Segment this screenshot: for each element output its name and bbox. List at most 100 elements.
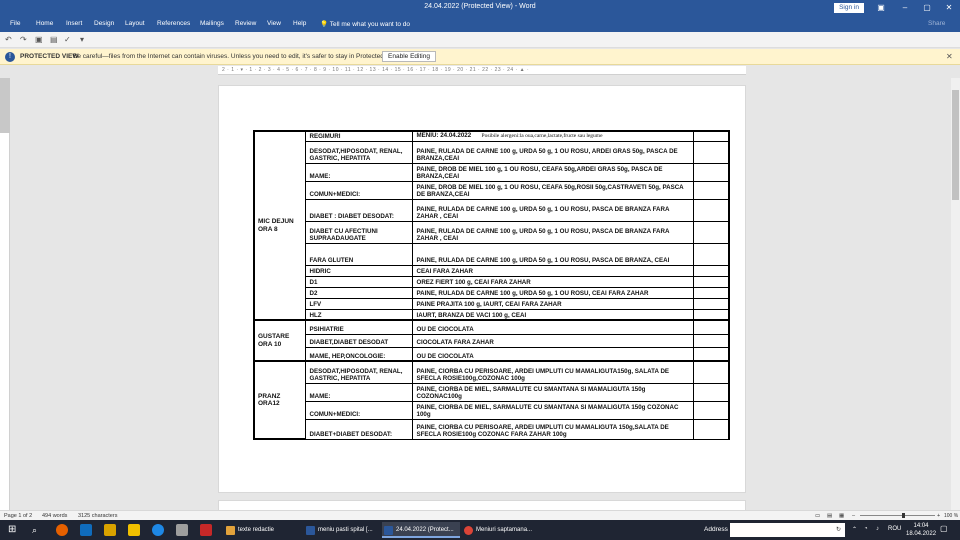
tab-home[interactable]: Home — [36, 20, 53, 27]
scrollbar-thumb[interactable] — [952, 90, 959, 200]
meal-cell: GUSTARE ORA 10 — [253, 319, 306, 362]
status-bar: Page 1 of 2 494 words 3125 characters ▭ … — [0, 510, 960, 520]
menu-cell: CEAI FARA ZAHAR — [411, 264, 694, 277]
empty-cell — [692, 360, 730, 384]
empty-cell — [692, 162, 730, 182]
tab-review[interactable]: Review — [235, 20, 256, 27]
share-button[interactable]: Share — [928, 20, 945, 27]
tab-mailings[interactable]: Mailings — [200, 20, 224, 27]
zoom-level[interactable]: 100 % — [944, 513, 958, 519]
protected-view-bar: ! PROTECTED VIEW Be careful—files from t… — [0, 49, 960, 65]
language-indicator[interactable]: ROU — [888, 526, 901, 532]
search-icon[interactable]: ⌕ — [32, 524, 44, 536]
character-count: 3125 characters — [78, 513, 118, 519]
empty-cell — [692, 418, 730, 440]
close-bar-icon[interactable]: ✕ — [946, 52, 953, 61]
vlc-icon[interactable] — [104, 524, 116, 536]
meal-cell: PRANZ ORA12 — [253, 360, 306, 440]
title-bar: 24.04.2022 (Protected View) - Word Sign … — [0, 0, 960, 16]
settings-icon[interactable] — [176, 524, 188, 536]
tab-insert[interactable]: Insert — [66, 20, 82, 27]
empty-cell — [692, 333, 730, 348]
empty-cell — [692, 275, 730, 288]
tab-design[interactable]: Design — [94, 20, 114, 27]
undo-icon[interactable]: ↶ — [5, 35, 12, 44]
menu-cell: PAINE, RULADA DE CARNE 100 g, URDA 50 g,… — [411, 242, 694, 266]
empty-cell — [692, 242, 730, 266]
address-input[interactable] — [730, 523, 845, 537]
taskbar-app-texte-redactie[interactable]: texte redactie — [224, 522, 302, 538]
close-icon[interactable]: ✕ — [942, 2, 956, 14]
print-layout-icon[interactable]: ▤ — [827, 513, 832, 519]
table-header-regimen: REGIMURI — [304, 130, 413, 142]
sign-in-button[interactable]: Sign in — [834, 3, 864, 13]
regimen-cell: COMUN+MEDICI: — [304, 180, 413, 200]
taskbar-app-label: Meniuri saptamana... — [476, 527, 533, 533]
regimen-cell: DIABET+DIABET DESODAT: — [304, 418, 413, 440]
menu-cell: PAINE, RULADA DE CARNE 100 g, URDA 50 g,… — [411, 140, 694, 164]
regimen-cell: HLZ — [304, 308, 413, 321]
lightbulb-icon: 💡 — [320, 21, 329, 28]
regimen-cell: DIABET : DIABET DESODAT: — [304, 198, 413, 222]
refresh-icon[interactable]: ↻ — [836, 526, 841, 533]
outlook-icon[interactable] — [80, 524, 92, 536]
empty-cell — [692, 264, 730, 277]
tab-file[interactable]: File — [10, 20, 20, 27]
taskbar-app-meniu-pasti[interactable]: meniu pasti spital [... — [304, 522, 380, 538]
tab-help[interactable]: Help — [293, 20, 306, 27]
read-mode-icon[interactable]: ▭ — [815, 513, 820, 519]
chrome-icon — [464, 526, 473, 535]
zoom-in-icon[interactable]: + — [937, 513, 940, 519]
tell-me-search[interactable]: 💡 Tell me what you want to do — [320, 20, 410, 28]
menu-cell: PAINE, DROB DE MIEL 100 g, 1 OU ROSU, CE… — [411, 180, 694, 200]
word-count[interactable]: 494 words — [42, 513, 67, 519]
file-explorer-icon[interactable] — [128, 524, 140, 536]
notifications-icon[interactable]: ▢ — [940, 524, 948, 533]
minimize-icon[interactable]: – — [898, 2, 912, 14]
show-hidden-icons-icon[interactable]: ⌃ — [852, 526, 857, 533]
empty-cell — [692, 319, 730, 335]
network-icon[interactable]: ◔ — [864, 526, 868, 532]
spelling-icon[interactable]: ✓ — [64, 35, 71, 44]
start-icon[interactable]: ⊞ — [8, 524, 20, 536]
tell-me-label: Tell me what you want to do — [329, 21, 411, 28]
menu-cell: IAURT, BRANZA DE VACI 100 g, CEAI — [411, 308, 694, 321]
menu-cell: PAINE, CIORBA DE MIEL, SARMALUTE CU SMAN… — [411, 400, 694, 420]
menu-cell: CIOCOLATA FARA ZAHAR — [411, 333, 694, 348]
regimen-cell: DIABET,DIABET DESODAT — [304, 333, 413, 348]
zoom-slider[interactable] — [860, 515, 935, 516]
print-preview-icon[interactable]: ▤ — [50, 35, 58, 44]
taskbar-app-meniuri[interactable]: Meniuri saptamana... — [462, 522, 542, 538]
menu-cell: OREZ FIERT 100 g, CEAI FARA ZAHAR — [411, 275, 694, 288]
shield-icon: ! — [5, 52, 15, 62]
web-layout-icon[interactable]: ▦ — [839, 513, 844, 519]
vertical-scrollbar[interactable] — [951, 78, 960, 510]
volume-icon[interactable]: ♪ — [876, 526, 879, 532]
empty-cell — [692, 286, 730, 299]
enable-editing-button[interactable]: Enable Editing — [382, 51, 436, 62]
meal-cell: MIC DEJUN ORA 8 — [253, 130, 306, 321]
page-count[interactable]: Page 1 of 2 — [4, 513, 32, 519]
tab-references[interactable]: References — [157, 20, 190, 27]
menu-cell: PAINE, RULADA DE CARNE 100 g, URDA 50 g,… — [411, 220, 694, 244]
clock[interactable]: 14:04 18.04.2022 — [906, 522, 936, 538]
acrobat-icon[interactable] — [200, 524, 212, 536]
customize-toolbar-icon[interactable]: ▾ — [80, 35, 84, 44]
zoom-out-icon[interactable]: – — [852, 513, 855, 519]
taskbar-app-active-document[interactable]: 24.04.2022 (Protect... — [382, 522, 460, 538]
firefox-icon[interactable] — [56, 524, 68, 536]
tab-layout[interactable]: Layout — [125, 20, 145, 27]
redo-icon[interactable]: ↷ — [20, 35, 27, 44]
ribbon-display-icon[interactable]: ▣ — [874, 2, 888, 14]
edge-icon[interactable] — [152, 524, 164, 536]
regimen-cell: DESODAT,HIPOSODAT, RENAL, GASTRIC, HEPAT… — [304, 140, 413, 164]
save-icon[interactable]: ▣ — [35, 35, 43, 44]
empty-cell — [692, 400, 730, 420]
empty-cell — [692, 297, 730, 310]
menu-cell: PAINE, CIORBA CU PERISOARE, ARDEI UMPLUT… — [411, 418, 694, 440]
zoom-slider-knob[interactable] — [902, 513, 905, 518]
maximize-icon[interactable]: ▢ — [920, 2, 934, 14]
tab-view[interactable]: View — [267, 20, 281, 27]
clock-time: 14:04 — [913, 523, 929, 529]
empty-cell — [692, 180, 730, 200]
